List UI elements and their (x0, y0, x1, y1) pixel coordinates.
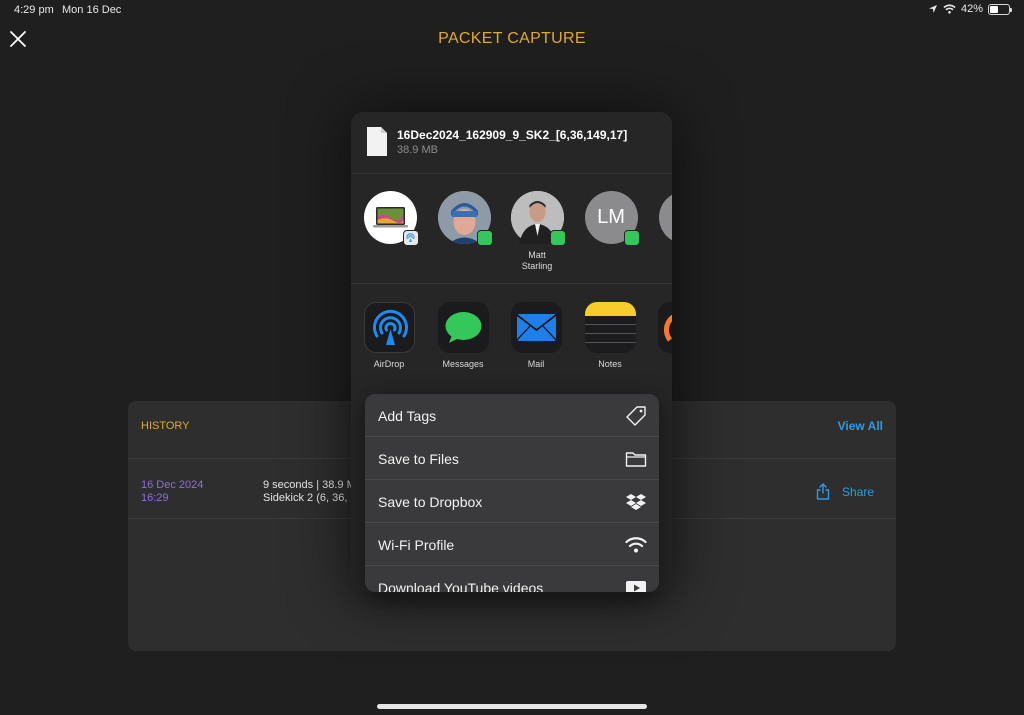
share-button[interactable]: Share (816, 483, 874, 500)
action-label: Save to Dropbox (378, 494, 483, 510)
app-label: AirDrop (373, 359, 405, 369)
app-airdrop[interactable]: AirDrop (359, 302, 419, 369)
view-all-link[interactable]: View All (838, 419, 883, 433)
file-header: 16Dec2024_162909_9_SK2_[6,36,149,17] 38.… (351, 112, 672, 172)
partial-app-icon (657, 302, 672, 353)
battery-percent: 42% (960, 3, 983, 15)
location-icon (928, 5, 937, 13)
app-mail[interactable]: Mail (506, 302, 566, 369)
history-description: 9 seconds | 38.9 M Sidekick 2 (6, 36, 1 (263, 479, 353, 505)
share-actions-list: Add Tags Save to Files Save to Dropbox W… (365, 394, 659, 592)
contact-target[interactable] (434, 191, 494, 250)
app-label: Mail (527, 359, 545, 369)
action-wifi-profile[interactable]: Wi-Fi Profile (365, 523, 659, 566)
app-notes[interactable]: Notes (580, 302, 640, 369)
action-label: Wi-Fi Profile (378, 537, 455, 553)
history-date-time: 16:29 (141, 492, 169, 504)
wifi-icon (625, 537, 647, 553)
page-title: PACKET CAPTURE (438, 30, 586, 47)
app-label: Messages (442, 359, 484, 369)
home-indicator[interactable] (377, 704, 647, 709)
app-label: Notes (598, 359, 622, 369)
wifi-icon (943, 4, 956, 14)
person-name: Matt Starling (521, 250, 553, 271)
app-label: Fr (653, 359, 672, 369)
action-label: Add Tags (378, 408, 437, 424)
avatar (437, 191, 493, 246)
avatar (510, 191, 566, 246)
avatar (658, 191, 672, 244)
history-device: Sidekick 2 (6, 36, 1 (263, 492, 353, 504)
battery-icon (988, 3, 1012, 15)
avatar (363, 191, 419, 246)
status-time: 4:29 pm (14, 4, 54, 16)
airdrop-icon (363, 302, 415, 353)
airdrop-badge-icon (402, 230, 419, 246)
share-label: Share (841, 484, 874, 499)
messages-badge-icon (549, 230, 566, 246)
contact-target[interactable]: Matt Starling (507, 191, 567, 272)
play-icon (626, 581, 646, 592)
document-icon (367, 127, 387, 156)
messages-badge-icon (476, 230, 493, 246)
app-messages[interactable]: Messages (433, 302, 493, 369)
file-size: 38.9 MB (397, 144, 438, 156)
notes-icon (584, 302, 636, 353)
airdrop-device-target[interactable] (360, 191, 420, 250)
action-label: Save to Files (378, 451, 459, 467)
history-title: HISTORY (141, 420, 190, 432)
history-date-day: 16 Dec 2024 (141, 479, 204, 491)
people-row: Matt Starling LM (351, 174, 672, 282)
dropbox-icon (626, 494, 646, 510)
mail-icon (510, 302, 562, 353)
avatar: LM (584, 191, 640, 246)
history-duration-size: 9 seconds | 38.9 M (263, 479, 353, 491)
messages-icon (437, 302, 489, 353)
status-bar: 4:29 pm Mon 16 Dec 42% (0, 0, 1024, 22)
history-date: 16 Dec 2024 16:29 (141, 479, 203, 505)
action-label: Download YouTube videos (378, 580, 544, 592)
apps-row: AirDrop Messages Mail Notes (351, 292, 672, 392)
action-save-to-dropbox[interactable]: Save to Dropbox (365, 480, 659, 523)
file-name: 16Dec2024_162909_9_SK2_[6,36,149,17] (397, 128, 628, 142)
status-indicators: 42% (928, 3, 1012, 15)
action-download-youtube[interactable]: Download YouTube videos (365, 566, 659, 592)
action-save-to-files[interactable]: Save to Files (365, 437, 659, 480)
contact-target[interactable] (655, 191, 672, 250)
action-add-tags[interactable]: Add Tags (365, 394, 659, 437)
share-icon (816, 483, 830, 500)
contact-initials: LM (597, 206, 625, 228)
app-partial[interactable]: Fr (653, 302, 672, 369)
folder-icon (625, 452, 647, 467)
tag-icon (626, 406, 646, 426)
status-date: Mon 16 Dec (62, 4, 122, 16)
contact-target[interactable]: LM (581, 191, 641, 250)
messages-badge-icon (623, 230, 640, 246)
divider (351, 283, 672, 284)
